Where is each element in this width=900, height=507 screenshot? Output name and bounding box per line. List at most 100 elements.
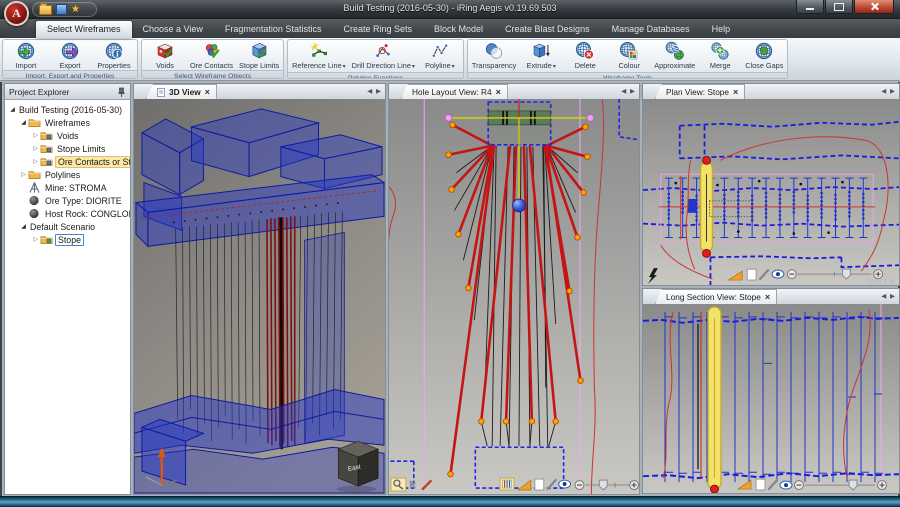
visibility-eye-icon[interactable] xyxy=(772,270,784,278)
pin-icon[interactable] xyxy=(117,87,126,97)
app-logo[interactable]: A xyxy=(4,1,29,26)
tab-choose-a-view[interactable]: Choose a View xyxy=(132,21,214,38)
page-tool-icon[interactable] xyxy=(535,479,544,490)
tree-item-ore-type[interactable]: Ore Type: DIORITE xyxy=(5,194,130,207)
tree-item-stope[interactable]: ▷ Stope xyxy=(5,233,130,246)
hole-layout-viewport[interactable] xyxy=(389,99,639,494)
tab-block-model[interactable]: Block Model xyxy=(423,21,494,38)
hole-layout-tab[interactable]: Hole Layout View: R4 × xyxy=(401,84,508,99)
tree-item-voids[interactable]: ▷ Voids xyxy=(5,129,130,142)
tree-item-label: Ore Type: DIORITE xyxy=(43,196,124,206)
active-ring-highlight[interactable] xyxy=(708,307,721,493)
ore-contacts-button[interactable]: Ore Contacts xyxy=(187,40,236,70)
close-tab-icon[interactable]: × xyxy=(205,88,210,96)
minimize-button[interactable] xyxy=(796,0,824,14)
delete-button[interactable]: Delete xyxy=(563,40,607,72)
tree-item-host-rock[interactable]: Host Rock: CONGLOMERATE xyxy=(5,207,130,220)
properties-button[interactable]: Properties xyxy=(92,40,136,70)
expander-icon[interactable]: ◢ xyxy=(8,106,17,113)
folder-icon xyxy=(28,169,41,180)
tab-select-wireframes[interactable]: Select Wireframes xyxy=(36,21,132,38)
tab-scroll-arrows[interactable]: ◀ ▶ xyxy=(881,87,896,95)
dropdown-icon[interactable]: ▾ xyxy=(553,64,556,70)
active-ring-highlight[interactable] xyxy=(701,156,713,257)
close-tab-icon[interactable]: × xyxy=(733,88,738,96)
dropdown-icon[interactable]: ▾ xyxy=(343,64,346,70)
expander-icon[interactable]: ▷ xyxy=(31,132,40,139)
hole-layout-header: Hole Layout View: R4 × ◀ ▶ xyxy=(389,84,639,100)
dropdown-icon[interactable]: ▾ xyxy=(412,64,415,70)
view-3d-viewport[interactable]: East xyxy=(134,99,385,494)
globe-properties-icon xyxy=(104,41,124,61)
tab-manage-databases[interactable]: Manage Databases xyxy=(601,21,701,38)
import-button[interactable]: Import xyxy=(4,40,48,70)
tree-item-label: Voids xyxy=(55,131,81,141)
close-tab-icon[interactable]: × xyxy=(765,293,770,301)
ring-pivot-dot[interactable] xyxy=(711,485,719,493)
transparency-button[interactable]: Transparency xyxy=(469,40,519,72)
plan-view-tab[interactable]: Plan View: Stope × xyxy=(655,84,745,99)
expander-icon[interactable]: ▷ xyxy=(31,236,40,243)
tree-item-mine[interactable]: Mine: STROMA xyxy=(5,181,130,194)
reference-handle-left[interactable] xyxy=(445,114,452,121)
expander-icon[interactable]: ▷ xyxy=(31,145,40,152)
merge-button[interactable]: Merge xyxy=(698,40,742,72)
folder-stope-limits-icon xyxy=(40,143,53,154)
reference-handle-right[interactable] xyxy=(587,114,594,121)
tree-item-label: Default Scenario xyxy=(28,222,97,232)
tab-create-ring-sets[interactable]: Create Ring Sets xyxy=(332,21,423,38)
tab-fragmentation-statistics[interactable]: Fragmentation Statistics xyxy=(214,21,333,38)
tree-item-polylines[interactable]: ▷ Polylines xyxy=(5,168,130,181)
polyline-button[interactable]: Polyline▾ xyxy=(418,40,462,72)
long-section-tab-label: Long Section View: Stope xyxy=(666,292,761,302)
dropdown-icon[interactable]: ▾ xyxy=(452,64,455,70)
tab-scroll-arrows[interactable]: ◀ ▶ xyxy=(367,87,382,95)
tree-item-label: Build Testing (2016-05-30) xyxy=(17,105,124,115)
tab-scroll-arrows[interactable]: ◀ ▶ xyxy=(881,292,896,300)
plan-viewport[interactable]: 2104.7 m xyxy=(643,99,899,285)
ring-pivot-dot-top[interactable] xyxy=(703,156,711,164)
close-tab-icon[interactable]: × xyxy=(496,88,501,96)
ribbon-group-label: Wireframe Tools xyxy=(468,72,787,79)
tree-item-stope-limits[interactable]: ▷ Stope Limits xyxy=(5,142,130,155)
colour-button[interactable]: Colour xyxy=(607,40,651,72)
3d-scene: East xyxy=(134,99,385,494)
folder-icon xyxy=(28,117,41,128)
app-window: ★ ▾ Build Testing (2016-05-30) - iRing A… xyxy=(0,0,900,507)
stope-limits-button[interactable]: Stope Limits xyxy=(236,40,282,70)
maximize-button[interactable] xyxy=(825,0,853,14)
expander-icon[interactable]: ▷ xyxy=(19,171,28,178)
tree-item-project-root[interactable]: ◢ Build Testing (2016-05-30) xyxy=(5,103,130,116)
expander-icon[interactable]: ◢ xyxy=(19,119,28,126)
close-button[interactable] xyxy=(854,0,894,14)
reference-line-icon xyxy=(309,41,329,61)
extrude-icon xyxy=(531,41,551,61)
page-tool-icon[interactable] xyxy=(756,479,765,490)
tree-item-default-scenario[interactable]: ◢ Default Scenario xyxy=(5,220,130,233)
long-section-viewport[interactable] xyxy=(643,304,899,493)
selected-pillar-block xyxy=(688,199,697,213)
expander-icon[interactable]: ◢ xyxy=(19,223,28,230)
reference-line-button[interactable]: Reference Line▾ xyxy=(289,40,349,72)
view-3d-tab[interactable]: 3D View × xyxy=(146,84,217,99)
page-tool-icon[interactable] xyxy=(747,269,756,280)
visibility-eye-icon[interactable] xyxy=(559,480,571,488)
approximate-button[interactable]: Approximate xyxy=(651,40,698,72)
drill-direction-line-button[interactable]: Drill Direction Line▾ xyxy=(349,40,418,72)
ring-pivot-dot-bottom[interactable] xyxy=(703,249,711,257)
visibility-eye-icon[interactable] xyxy=(780,481,792,489)
tab-help[interactable]: Help xyxy=(701,21,742,38)
pivot-sphere[interactable] xyxy=(513,199,526,212)
close-gaps-button[interactable]: Close Gaps xyxy=(742,40,786,72)
expander-icon[interactable]: ▷ xyxy=(31,158,40,165)
mine-icon xyxy=(28,182,41,193)
long-section-tab[interactable]: Long Section View: Stope × xyxy=(655,289,777,304)
tree-item-wireframes[interactable]: ◢ Wireframes xyxy=(5,116,130,129)
ribbon-group-label: Polyline Functions xyxy=(288,72,463,79)
voids-button[interactable]: Voids xyxy=(143,40,187,70)
export-button[interactable]: Export xyxy=(48,40,92,70)
tab-scroll-arrows[interactable]: ◀ ▶ xyxy=(621,87,636,95)
extrude-button[interactable]: Extrude▾ xyxy=(519,40,563,72)
tree-item-ore-contacts[interactable]: ▷ Ore Contacts or Stope Shapes xyxy=(5,155,130,168)
tab-create-blast-designs[interactable]: Create Blast Designs xyxy=(494,21,601,38)
